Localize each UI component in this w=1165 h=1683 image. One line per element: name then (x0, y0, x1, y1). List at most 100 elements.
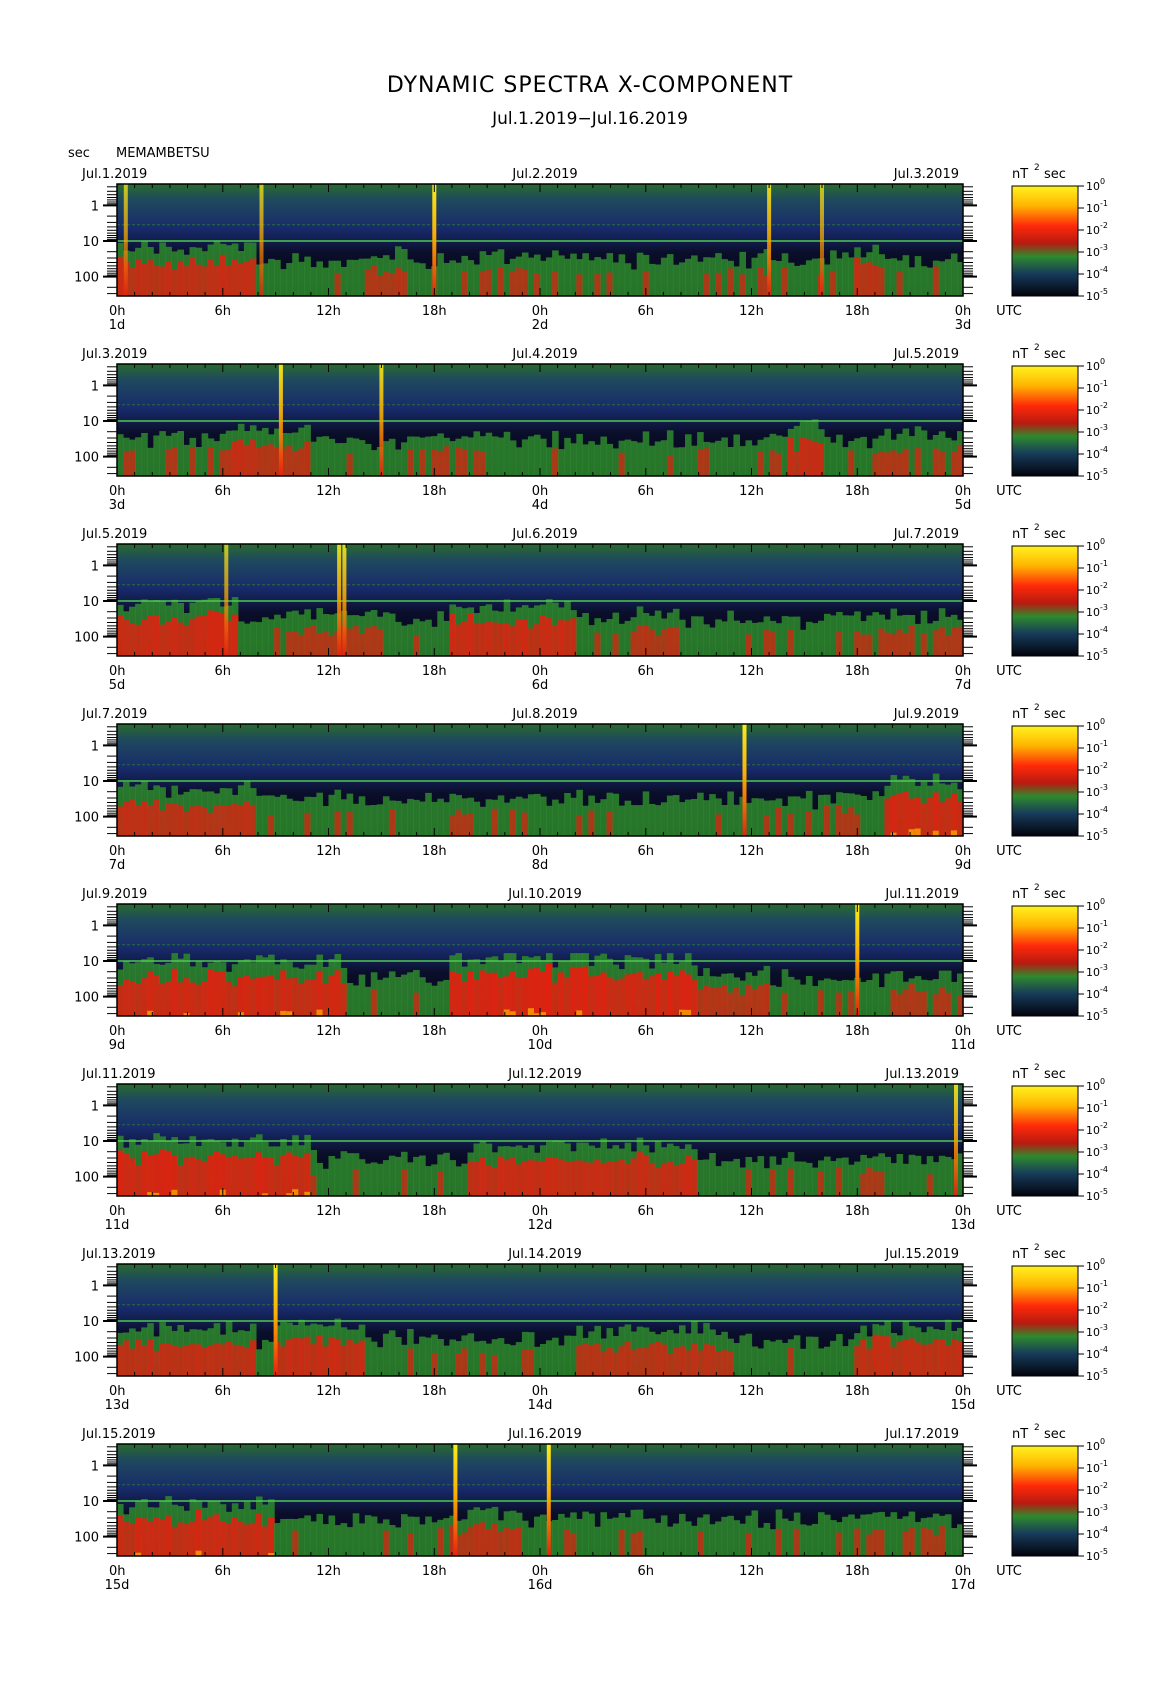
activity-band (159, 431, 166, 476)
right-date-label: Jul.11.2019 (884, 887, 959, 902)
colorbar-gradient (1011, 1445, 1079, 1557)
activity-burst (485, 621, 493, 656)
activity-burst (376, 629, 384, 656)
x-tick-label: 18h (845, 304, 870, 319)
activity-burst (262, 1157, 269, 1196)
activity-burst (509, 1157, 517, 1196)
activity-burst (805, 811, 813, 836)
activity-burst (932, 1535, 940, 1556)
activity-burst (582, 966, 589, 1016)
activity-band (654, 264, 662, 296)
left-date-label: Jul.1.2019 (81, 167, 147, 182)
activity-burst (727, 268, 734, 296)
activity-burst (848, 806, 855, 836)
spike-event (273, 1264, 278, 1376)
activity-band (612, 262, 620, 296)
activity-band (775, 986, 783, 1016)
activity-burst (135, 805, 142, 836)
activity-burst (249, 1522, 257, 1556)
activity-band (763, 1168, 771, 1196)
activity-band (382, 441, 390, 476)
activity-burst (177, 261, 184, 296)
activity-burst (630, 973, 638, 1016)
colorbar-tick-label: 100 (1086, 897, 1105, 913)
activity-band (890, 258, 898, 296)
x-tick-label: 6h (214, 1204, 231, 1219)
activity-band (370, 805, 378, 836)
x-tick-label: 12h (316, 844, 341, 859)
activity-burst (243, 261, 251, 296)
x-tick-label: 12h (739, 484, 764, 499)
activity-band (564, 437, 571, 476)
activity-burst (878, 1529, 885, 1556)
utc-label: UTC (996, 844, 1022, 859)
activity-burst (564, 976, 571, 1016)
activity-peak (280, 1010, 287, 1016)
activity-band (419, 1336, 426, 1376)
activity-burst (630, 631, 638, 656)
activity-burst (503, 622, 511, 656)
activity-band (328, 794, 336, 836)
colorbar-unit: nT (1012, 707, 1028, 722)
activity-band (521, 1520, 529, 1556)
activity-band (340, 443, 348, 476)
activity-burst (781, 992, 789, 1016)
activity-band (310, 267, 317, 296)
activity-band (352, 985, 360, 1016)
colorbar-unit-exp: 2 (1034, 883, 1040, 893)
activity-burst (908, 983, 916, 1016)
activity-burst (902, 1339, 910, 1376)
activity-band (884, 258, 891, 296)
activity-band (775, 1164, 783, 1196)
x-tick-label: 12h (316, 1384, 341, 1399)
x-tick-label: 6h (637, 1384, 654, 1399)
activity-band (407, 1162, 414, 1196)
activity-band (836, 434, 843, 476)
activity-burst (455, 973, 462, 1016)
activity-band (691, 255, 698, 296)
activity-band (842, 979, 849, 1016)
colorbar-unit-suffix: sec (1044, 707, 1066, 722)
activity-burst (521, 977, 529, 1016)
activity-burst (286, 446, 293, 476)
colorbar: nT 2 sec 100 10-1 10-2 10-3 10-4 10-5 (1011, 1063, 1108, 1203)
station-label: MEMAMBETSU (116, 146, 210, 161)
activity-burst (679, 970, 686, 1016)
activity-burst (225, 266, 233, 296)
activity-band (751, 1162, 759, 1196)
activity-band (932, 1162, 940, 1196)
activity-band (830, 1340, 837, 1376)
activity-burst (497, 977, 505, 1016)
activity-burst (129, 799, 136, 836)
activity-band (419, 263, 426, 296)
activity-burst (376, 275, 384, 296)
activity-burst (636, 972, 644, 1016)
activity-band (872, 612, 879, 656)
activity-band (781, 436, 789, 476)
activity-band (473, 264, 481, 296)
activity-band (521, 439, 529, 476)
activity-burst (401, 271, 408, 296)
activity-burst (606, 1347, 614, 1376)
day-label: 13d (951, 1218, 976, 1233)
activity-peak (914, 828, 922, 836)
day-label: 3d (109, 498, 126, 513)
activity-band (679, 262, 686, 296)
y-tick-label: 10 (82, 1495, 99, 1510)
activity-band (733, 266, 740, 296)
activity-band (733, 1343, 740, 1376)
y-tick-label: 100 (74, 1171, 99, 1186)
activity-burst (388, 274, 396, 296)
activity-burst (316, 1335, 323, 1376)
activity-burst (703, 985, 710, 1016)
activity-burst (546, 1157, 553, 1196)
activity-burst (358, 1340, 366, 1376)
colorbar-tick-label: 10-1 (1086, 1279, 1108, 1295)
activity-band (370, 1341, 378, 1376)
activity-band (419, 1155, 426, 1196)
activity-burst (588, 1344, 595, 1376)
activity-burst (346, 812, 354, 836)
activity-band (926, 623, 934, 656)
activity-band (793, 979, 801, 1016)
activity-burst (558, 972, 565, 1016)
